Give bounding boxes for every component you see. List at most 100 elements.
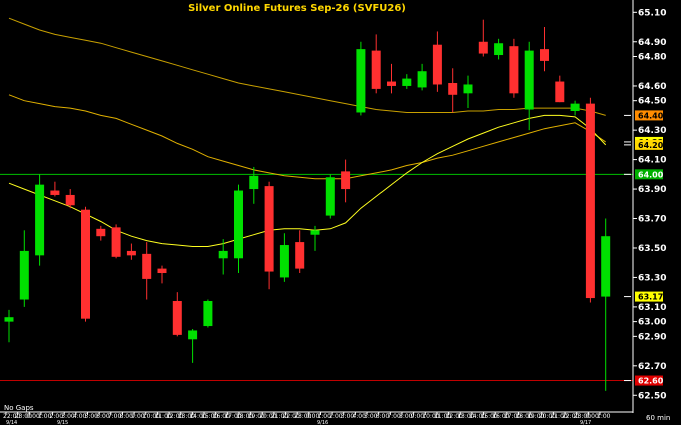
candle-body — [142, 253, 152, 279]
y-tick-label: 64.80 — [638, 52, 666, 62]
candle — [585, 97, 595, 303]
price-tag-label: 64.20 — [638, 141, 664, 150]
moving-average-line-2 — [8, 114, 607, 247]
candle-body — [35, 184, 45, 256]
candle-body — [371, 50, 381, 89]
y-axis-ticks: 62.50 62.70 62.90 63.00 63.10 63.30 63.50 63.70… — [633, 8, 666, 401]
gaps-label: No Gaps — [4, 404, 34, 412]
candle — [50, 181, 60, 197]
chart-stage: 62.50 62.70 62.90 63.00 63.10 63.30 63.50 63.70… — [0, 0, 681, 425]
candle — [478, 19, 488, 57]
horizontal-lines — [0, 173, 633, 382]
candle-body — [463, 84, 473, 94]
candle-body — [126, 250, 136, 256]
candle-body — [524, 50, 534, 110]
candle-body — [540, 49, 549, 61]
candle-body — [555, 81, 565, 103]
candle-body — [585, 103, 595, 299]
candle-body — [65, 194, 75, 206]
y-tick-label: 63.10 — [638, 303, 666, 313]
candle-body — [570, 103, 580, 111]
candle-body — [4, 317, 14, 322]
candle-body — [81, 209, 90, 319]
candle-body — [417, 71, 427, 88]
price-tag-label: 64.40 — [638, 111, 664, 120]
y-tick-label: 63.30 — [638, 273, 666, 283]
candle-body — [234, 190, 243, 259]
candle — [96, 225, 106, 241]
y-tick-label: 64.30 — [638, 126, 666, 136]
price-tag-label: 63.17 — [638, 293, 663, 302]
candle-body — [387, 81, 396, 86]
candle-body — [310, 230, 320, 235]
candle — [81, 206, 90, 322]
candle-body — [203, 301, 213, 327]
candle — [540, 27, 549, 72]
candle — [35, 174, 45, 266]
candle — [203, 299, 213, 328]
moving-average-line-1 — [8, 94, 606, 180]
candle — [279, 233, 289, 282]
candle-body — [448, 83, 458, 95]
candle-body — [50, 190, 60, 195]
candle — [463, 75, 473, 109]
candle — [448, 68, 458, 113]
candle-body — [188, 330, 198, 340]
y-tick-label: 64.50 — [638, 97, 666, 107]
candle — [157, 265, 167, 284]
candle — [509, 38, 519, 98]
x-date-label: 9/14 — [6, 420, 17, 425]
candle — [601, 218, 611, 391]
y-tick-label: 65.10 — [638, 8, 666, 18]
candle — [387, 63, 396, 94]
candle — [402, 74, 412, 89]
candle — [264, 181, 274, 290]
price-tag-label: 62.60 — [638, 377, 664, 386]
candle — [19, 230, 29, 307]
candle-body — [218, 250, 228, 259]
y-tick-label: 64.60 — [638, 82, 666, 92]
price-tag-label: 64.00 — [638, 170, 664, 179]
candle-body — [96, 228, 106, 237]
candle — [417, 63, 427, 91]
candle — [249, 166, 259, 204]
candle-body — [601, 236, 611, 297]
candle-body — [19, 250, 29, 300]
candle-body — [172, 301, 182, 335]
chart-title: Silver Online Futures Sep-26 (SVFU26) — [188, 3, 406, 14]
candle — [524, 41, 534, 131]
y-tick-label: 64.10 — [638, 156, 666, 166]
y-tick-label: 63.70 — [638, 215, 666, 225]
y-tick-label: 63.90 — [638, 185, 666, 195]
candle-body — [249, 175, 259, 190]
interval-label: 60 min — [646, 414, 670, 422]
candle-body — [279, 245, 289, 278]
x-tick-label: 1:00 — [597, 413, 611, 420]
candle — [341, 159, 351, 203]
x-date-label: 9/17 — [580, 420, 591, 425]
candle — [295, 230, 305, 274]
y-tick-label: 63.00 — [638, 318, 666, 328]
candle — [188, 328, 198, 363]
candle — [555, 75, 565, 103]
candle — [126, 243, 136, 260]
candle-body — [341, 171, 351, 190]
candle-body — [295, 242, 305, 269]
candlestick-chart: 62.50 62.70 62.90 63.00 63.10 63.30 63.50 63.70… — [0, 0, 670, 425]
candle — [570, 100, 580, 116]
candle-body — [356, 49, 366, 113]
candle-body — [494, 43, 504, 56]
candle — [494, 38, 504, 60]
candle-body — [402, 78, 412, 86]
x-date-label: 9/16 — [317, 420, 328, 425]
candle — [234, 184, 243, 274]
y-tick-label: 64.90 — [638, 38, 666, 48]
candles — [4, 19, 611, 391]
candle-body — [478, 41, 488, 54]
y-tick-label: 62.50 — [638, 391, 666, 401]
y-tick-label: 62.70 — [638, 362, 666, 372]
candle — [172, 292, 182, 337]
candle — [371, 34, 381, 94]
candle-body — [111, 227, 121, 257]
candle — [356, 41, 366, 116]
